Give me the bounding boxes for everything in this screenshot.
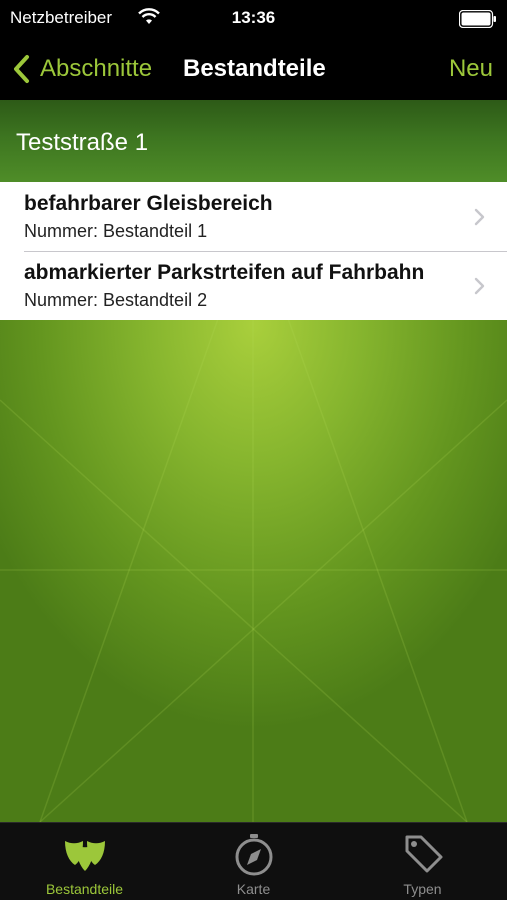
status-bar: Netzbetreiber 13:36	[0, 0, 507, 38]
back-button[interactable]: Abschnitte	[12, 53, 152, 85]
list-item-subtitle: Nummer: Bestandteil 2	[24, 290, 208, 310]
app-screen: Netzbetreiber 13:36 Abschnitte Bestandte…	[0, 0, 507, 900]
tab-karte[interactable]: Karte	[169, 823, 338, 900]
tab-bar: Bestandteile Karte Typen	[0, 822, 507, 900]
navigation-bar: Abschnitte Bestandteile Neu	[0, 38, 507, 100]
chevron-right-icon	[474, 277, 485, 295]
list-item[interactable]: befahrbarer Gleisbereich Nummer: Bestand…	[0, 182, 507, 251]
back-button-label: Abschnitte	[40, 55, 153, 82]
section-title: Teststraße 1	[16, 129, 149, 156]
battery-icon	[459, 10, 496, 28]
section-header: Teststraße 1	[0, 100, 507, 182]
page-title: Bestandteile	[183, 55, 326, 82]
chevron-right-icon	[474, 208, 485, 226]
tag-icon	[405, 835, 442, 873]
chevron-left-icon	[14, 55, 29, 83]
list-item-subtitle: Nummer: Bestandteil 1	[24, 221, 208, 241]
leaves-icon	[64, 841, 105, 871]
new-button[interactable]: Neu	[449, 55, 493, 83]
list-item-title: befahrbarer Gleisbereich	[24, 192, 273, 215]
list-item-title: abmarkierter Parkstrteifen auf Fahrbahn	[24, 261, 425, 284]
status-time: 13:36	[231, 8, 276, 27]
list-item[interactable]: abmarkierter Parkstrteifen auf Fahrbahn …	[0, 251, 507, 320]
tab-typen[interactable]: Typen	[338, 823, 507, 900]
components-list: befahrbarer Gleisbereich Nummer: Bestand…	[0, 182, 507, 320]
tab-bestandteile[interactable]: Bestandteile	[0, 823, 169, 900]
tab-label: Typen	[403, 881, 442, 897]
tab-label: Bestandteile	[45, 881, 124, 897]
tab-label: Karte	[236, 881, 271, 897]
compass-icon	[235, 834, 272, 876]
